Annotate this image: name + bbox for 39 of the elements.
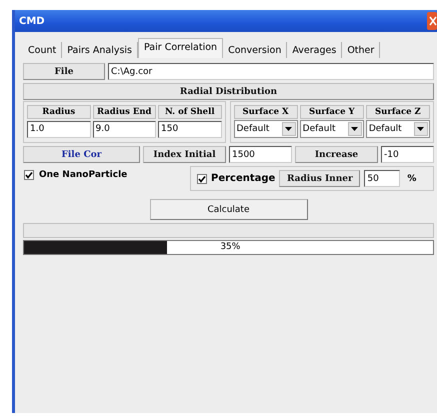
progress-reading: 35% xyxy=(220,242,240,252)
tab[interactable]: Count xyxy=(23,42,62,58)
number-field[interactable]: 150 xyxy=(158,120,222,138)
dropdown[interactable]: Default xyxy=(234,120,298,138)
column-label: Surface Z xyxy=(366,105,430,119)
checkbox-label: One NanoParticle xyxy=(39,170,128,180)
column-label: Radius xyxy=(27,105,90,119)
caret-icon[interactable] xyxy=(414,122,428,136)
close-icon[interactable] xyxy=(427,12,437,30)
index-initial-label: Index Initial xyxy=(143,146,226,163)
window-title: CMD xyxy=(19,16,45,26)
unit-label: % xyxy=(407,174,416,184)
increase-field[interactable]: -10 xyxy=(381,146,434,163)
column-label: Surface X xyxy=(234,105,298,119)
caret-icon[interactable] xyxy=(282,122,296,136)
calculate-button[interactable]: Calculate xyxy=(150,199,308,220)
column-label: Surface Y xyxy=(300,105,364,119)
column-label: N. of Shell xyxy=(158,105,222,119)
tab[interactable]: Other xyxy=(342,42,380,58)
file-field[interactable]: C:\Ag.cor xyxy=(108,63,434,80)
checkbox[interactable] xyxy=(197,174,207,184)
increase-label: Increase xyxy=(295,146,378,163)
column-label: Radius End xyxy=(92,105,156,119)
radius-inner-label: Radius Inner xyxy=(279,170,360,187)
caret-icon[interactable] xyxy=(348,122,362,136)
dropdown[interactable]: Default xyxy=(300,120,364,138)
number-field[interactable]: 1.0 xyxy=(27,120,90,138)
tab[interactable]: Pair Correlation xyxy=(138,38,224,58)
radius-inner-field[interactable]: 50 xyxy=(364,170,400,187)
checkbox-label: Percentage xyxy=(211,173,276,184)
dropdown[interactable]: Default xyxy=(366,120,430,138)
index-initial-field[interactable]: 1500 xyxy=(229,146,292,163)
tab[interactable]: Conversion xyxy=(223,42,288,58)
section-title: Radial Distribution xyxy=(23,83,434,100)
file-cor-label: File Cor xyxy=(23,146,140,163)
checkbox[interactable] xyxy=(24,170,34,180)
tab[interactable]: Averages xyxy=(287,42,342,58)
number-field[interactable]: 9.0 xyxy=(92,120,156,138)
file-label: File xyxy=(23,63,105,80)
